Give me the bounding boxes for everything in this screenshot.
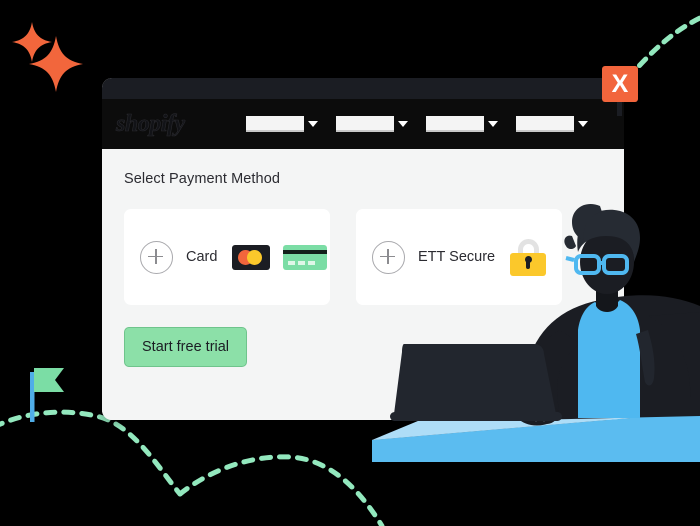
person-laptop-layer — [372, 203, 700, 462]
laptop-icon — [390, 344, 562, 421]
illustration-stage: shopify Select Payment Method Card ETT S… — [0, 0, 700, 526]
